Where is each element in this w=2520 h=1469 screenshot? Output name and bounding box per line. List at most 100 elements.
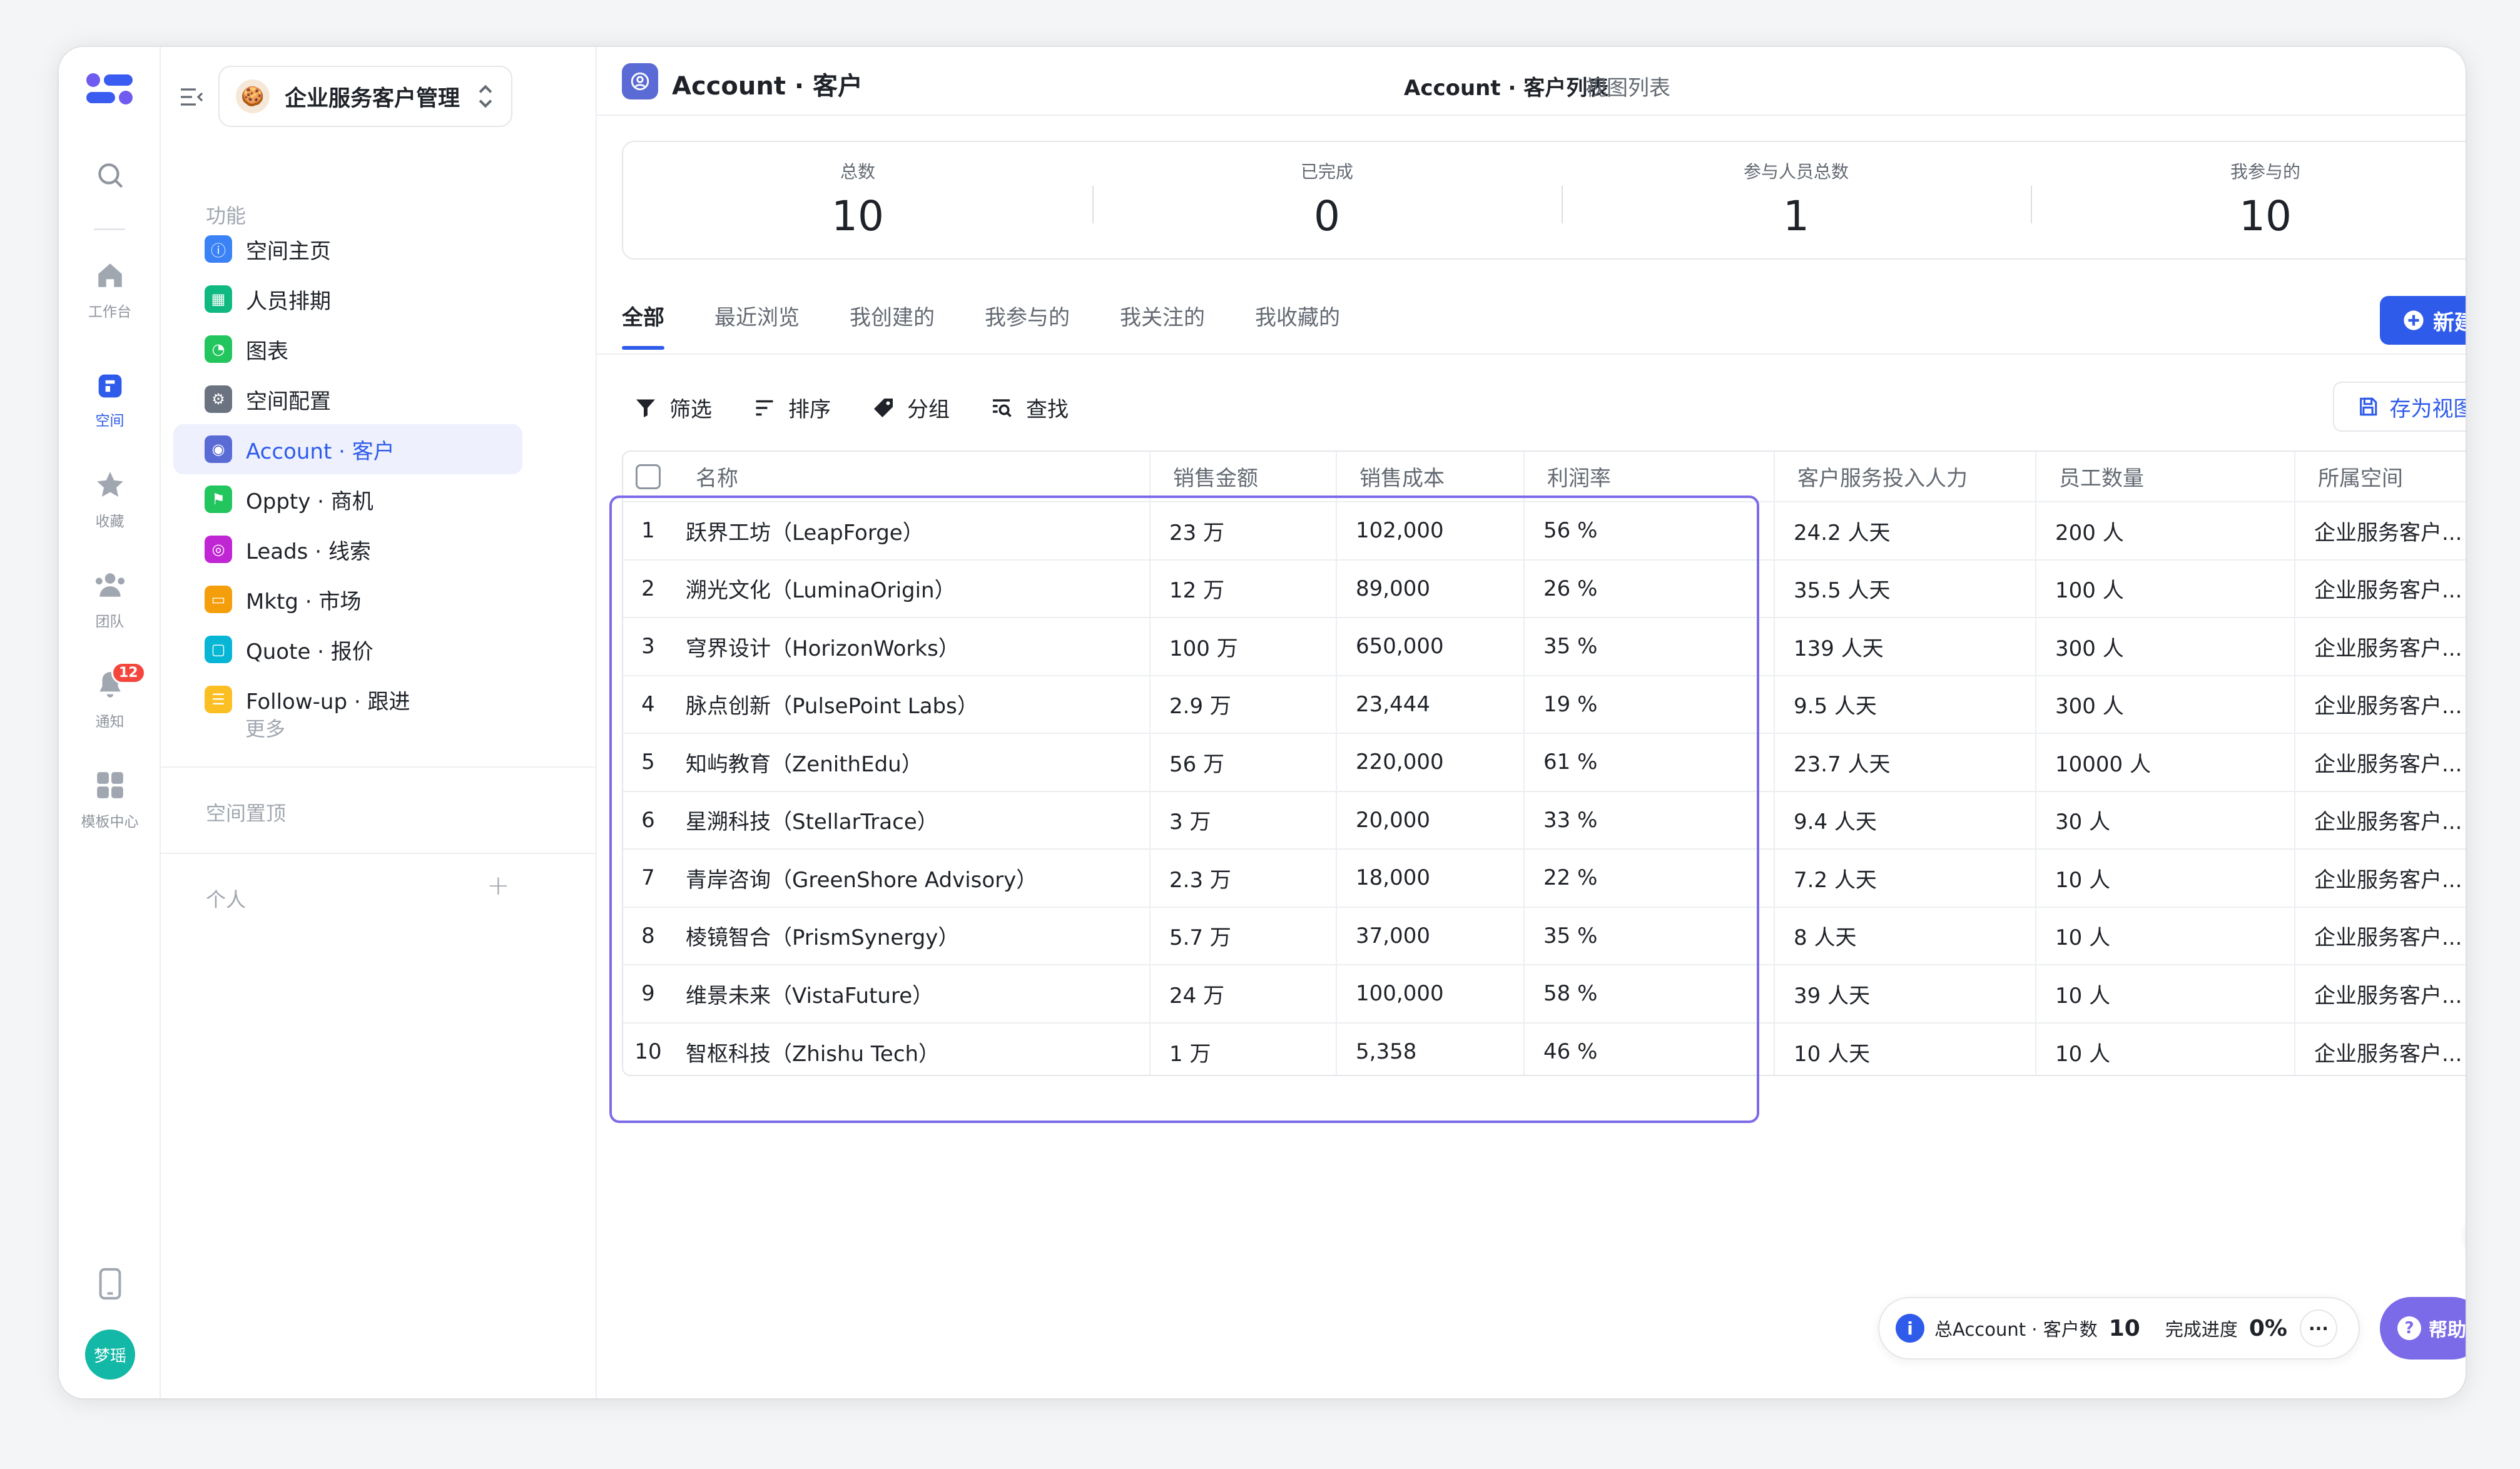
column-header-space[interactable]: 所属空间 — [2295, 452, 2466, 502]
cell-employee-count[interactable]: 10 人 — [2036, 849, 2295, 908]
row-index[interactable]: 9 — [623, 965, 673, 1024]
cell-sales-cost[interactable]: 5,358 — [1336, 1022, 1525, 1075]
table-row[interactable]: 3 穹界设计（HorizonWorks） 100 万 650,000 35 % 139 人… — [623, 618, 2466, 676]
cell-name[interactable]: 脉点创新（PulsePoint Labs） — [673, 675, 1151, 734]
cell-service-manpower[interactable]: 24.2 人天 — [1774, 502, 2036, 561]
cell-name[interactable]: 棱镜智合（PrismSynergy） — [673, 907, 1151, 965]
cell-name[interactable]: 溯光文化（LuminaOrigin） — [673, 559, 1151, 618]
cell-service-manpower[interactable]: 35.5 人天 — [1774, 559, 2036, 618]
rail-workbench[interactable]: 工作台 — [59, 260, 161, 321]
row-index[interactable]: 4 — [623, 675, 673, 734]
cell-profit-margin[interactable]: 26 % — [1524, 559, 1775, 618]
cell-name[interactable]: 智枢科技（Zhishu Tech） — [673, 1022, 1151, 1075]
rail-team[interactable]: 团队 — [59, 569, 161, 631]
cell-sales-amount[interactable]: 1 万 — [1150, 1022, 1337, 1075]
new-button[interactable]: 新建 — [2380, 296, 2466, 345]
sort-button[interactable]: 排序 — [753, 392, 831, 423]
cell-space[interactable]: 企业服务客户... — [2295, 1022, 2466, 1075]
column-header-name[interactable]: 名称 — [673, 452, 1151, 502]
row-index[interactable]: 5 — [623, 733, 673, 792]
user-avatar[interactable]: 梦瑶 — [85, 1329, 135, 1380]
save-view-button[interactable]: 存为视图 — [2333, 382, 2466, 432]
cell-sales-cost[interactable]: 89,000 — [1336, 559, 1525, 618]
cell-service-manpower[interactable]: 9.5 人天 — [1774, 675, 2036, 734]
cell-name[interactable]: 穹界设计（HorizonWorks） — [673, 618, 1151, 676]
tab-account-list[interactable]: Account · 客户列表 — [1404, 71, 1608, 101]
cell-profit-margin[interactable]: 61 % — [1524, 733, 1775, 792]
cell-sales-cost[interactable]: 650,000 — [1336, 618, 1525, 676]
cell-name[interactable]: 星溯科技（StellarTrace） — [673, 791, 1151, 850]
row-index[interactable]: 1 — [623, 502, 673, 561]
column-header-employee-count[interactable]: 员工数量 — [2036, 452, 2295, 502]
group-button[interactable]: 分组 — [872, 392, 950, 423]
cell-sales-cost[interactable]: 37,000 — [1336, 907, 1525, 965]
cell-space[interactable]: 企业服务客户... — [2295, 675, 2466, 734]
cell-employee-count[interactable]: 10 人 — [2036, 965, 2295, 1024]
column-header-profit-margin[interactable]: 利润率 — [1524, 452, 1775, 502]
cell-sales-amount[interactable]: 2.9 万 — [1150, 675, 1337, 734]
table-row[interactable]: 7 青岸咨询（GreenShore Advisory） 2.3 万 18,000 22 … — [623, 849, 2466, 908]
table-row[interactable]: 8 棱镜智合（PrismSynergy） 5.7 万 37,000 35 % 8 人天 10… — [623, 907, 2466, 965]
cell-sales-cost[interactable]: 102,000 — [1336, 502, 1525, 561]
cell-sales-cost[interactable]: 100,000 — [1336, 965, 1525, 1024]
cell-sales-amount[interactable]: 24 万 — [1150, 965, 1337, 1024]
cell-sales-amount[interactable]: 23 万 — [1150, 502, 1337, 561]
cell-sales-cost[interactable]: 220,000 — [1336, 733, 1525, 792]
cell-employee-count[interactable]: 10000 人 — [2036, 733, 2295, 792]
cell-employee-count[interactable]: 10 人 — [2036, 1022, 2295, 1075]
cell-name[interactable]: 青岸咨询（GreenShore Advisory） — [673, 849, 1151, 908]
rail-space[interactable]: 空间 — [59, 372, 161, 430]
cell-profit-margin[interactable]: 35 % — [1524, 618, 1775, 676]
table-row[interactable]: 5 知屿教育（ZenithEdu） 56 万 220,000 61 % 23.7 人天 10… — [623, 733, 2466, 792]
select-all-checkbox[interactable] — [623, 452, 673, 502]
cell-service-manpower[interactable]: 7.2 人天 — [1774, 849, 2036, 908]
cell-sales-amount[interactable]: 12 万 — [1150, 559, 1337, 618]
cell-service-manpower[interactable]: 8 人天 — [1774, 907, 2036, 965]
cell-profit-margin[interactable]: 58 % — [1524, 965, 1775, 1024]
tab-following[interactable]: 我关注的 — [1120, 300, 1205, 350]
table-row[interactable]: 10 智枢科技（Zhishu Tech） 1 万 5,358 46 % 10 人天 10 人… — [623, 1022, 2466, 1075]
row-index[interactable]: 10 — [623, 1023, 673, 1075]
add-personal-icon[interactable]: + — [487, 870, 510, 902]
row-index[interactable]: 2 — [623, 559, 673, 618]
sidebar-item-quote[interactable]: ▢ Quote · 报价 — [173, 624, 522, 674]
sidebar-item-followup[interactable]: ☰ Follow-up · 跟进 — [173, 674, 522, 724]
rail-notifications[interactable]: 12 通知 — [59, 662, 161, 731]
tab-view-list[interactable]: 视图列表 — [1585, 71, 1670, 101]
cell-service-manpower[interactable]: 139 人天 — [1774, 618, 2036, 676]
app-logo-icon[interactable] — [86, 72, 134, 112]
cell-employee-count[interactable]: 300 人 — [2036, 675, 2295, 734]
help-button[interactable]: ? 帮助 — [2380, 1297, 2466, 1360]
cell-space[interactable]: 企业服务客户... — [2295, 849, 2466, 908]
space-selector[interactable]: 🍪 企业服务客户管理 — [218, 66, 512, 127]
row-index[interactable]: 3 — [623, 618, 673, 676]
sidebar-item-oppty[interactable]: ⚑ Oppty · 商机 — [173, 474, 522, 524]
rail-search[interactable] — [59, 160, 161, 191]
column-header-sales-cost[interactable]: 销售成本 — [1336, 452, 1525, 502]
table-row[interactable]: 6 星溯科技（StellarTrace） 3 万 20,000 33 % 9.4 人天 30… — [623, 791, 2466, 850]
table-row[interactable]: 2 溯光文化（LuminaOrigin） 12 万 89,000 26 % 35.5 人天… — [623, 559, 2466, 618]
row-index[interactable]: 7 — [623, 849, 673, 908]
sidebar-more-link[interactable]: 更多 — [245, 713, 285, 742]
filter-button[interactable]: 筛选 — [634, 392, 712, 423]
cell-profit-margin[interactable]: 56 % — [1524, 502, 1775, 561]
cell-employee-count[interactable]: 200 人 — [2036, 502, 2295, 561]
sidebar-item-mktg[interactable]: ▭ Mktg · 市场 — [173, 574, 522, 624]
tab-recent[interactable]: 最近浏览 — [714, 300, 800, 350]
sidebar-item-scheduling[interactable]: ▦ 人员排期 — [173, 274, 522, 324]
cell-space[interactable]: 企业服务客户... — [2295, 559, 2466, 618]
cell-profit-margin[interactable]: 33 % — [1524, 791, 1775, 850]
cell-employee-count[interactable]: 100 人 — [2036, 559, 2295, 618]
cell-profit-margin[interactable]: 22 % — [1524, 849, 1775, 908]
cell-name[interactable]: 维景未来（VistaFuture） — [673, 965, 1151, 1024]
cell-sales-amount[interactable]: 5.7 万 — [1150, 907, 1337, 965]
column-header-sales-amount[interactable]: 销售金额 — [1150, 452, 1337, 502]
table-row[interactable]: 4 脉点创新（PulsePoint Labs） 2.9 万 23,444 19 % 9.5… — [623, 675, 2466, 734]
cell-employee-count[interactable]: 30 人 — [2036, 791, 2295, 850]
cell-profit-margin[interactable]: 46 % — [1524, 1022, 1775, 1075]
sidebar-item-charts[interactable]: ◔ 图表 — [173, 324, 522, 374]
sidebar-item-space-config[interactable]: ⚙ 空间配置 — [173, 374, 522, 424]
table-row[interactable]: 1 跃界工坊（LeapForge） 23 万 102,000 56 % 24.2 人天 20… — [623, 502, 2466, 561]
cell-sales-cost[interactable]: 20,000 — [1336, 791, 1525, 850]
tab-participated[interactable]: 我参与的 — [985, 300, 1070, 350]
